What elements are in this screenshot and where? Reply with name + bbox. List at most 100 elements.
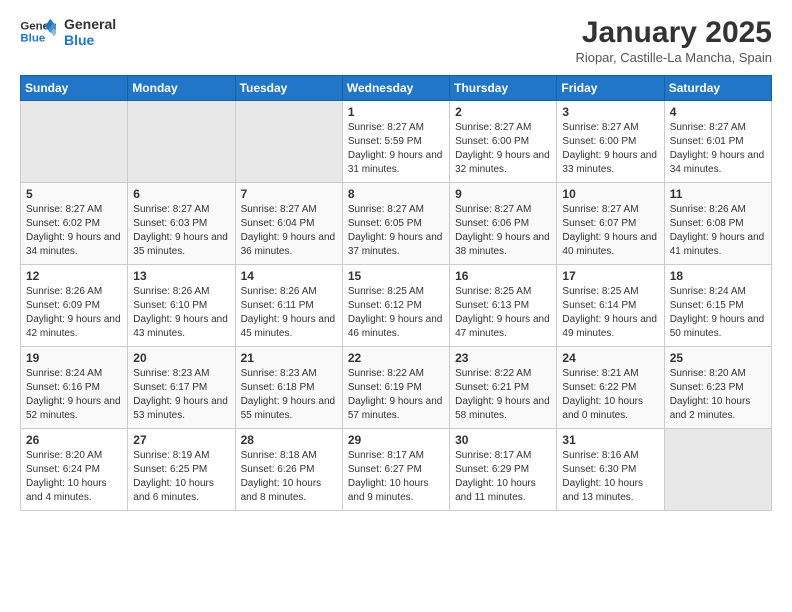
day-number: 4	[670, 105, 766, 119]
day-number: 12	[26, 269, 122, 283]
location: Riopar, Castille-La Mancha, Spain	[575, 50, 772, 65]
header-sunday: Sunday	[21, 76, 128, 101]
calendar-cell: 24 Sunrise: 8:21 AMSunset: 6:22 PMDayligh…	[557, 347, 664, 429]
calendar-cell: 23 Sunrise: 8:22 AMSunset: 6:21 PMDayligh…	[450, 347, 557, 429]
day-number: 23	[455, 351, 551, 365]
logo-icon: General Blue	[20, 17, 56, 47]
day-number: 2	[455, 105, 551, 119]
calendar-cell: 1 Sunrise: 8:27 AMSunset: 5:59 PMDaylight…	[342, 101, 449, 183]
day-number: 21	[241, 351, 337, 365]
day-info: Sunrise: 8:16 AMSunset: 6:30 PMDaylight:…	[562, 449, 658, 505]
day-number: 19	[26, 351, 122, 365]
calendar-cell	[128, 101, 235, 183]
day-number: 17	[562, 269, 658, 283]
day-number: 9	[455, 187, 551, 201]
day-info: Sunrise: 8:27 AMSunset: 6:04 PMDaylight:…	[241, 203, 337, 259]
day-info: Sunrise: 8:23 AMSunset: 6:17 PMDaylight:…	[133, 367, 229, 423]
logo: General Blue General Blue	[20, 16, 116, 48]
calendar-cell	[21, 101, 128, 183]
day-info: Sunrise: 8:27 AMSunset: 6:07 PMDaylight:…	[562, 203, 658, 259]
logo-blue: Blue	[64, 32, 116, 48]
day-info: Sunrise: 8:21 AMSunset: 6:22 PMDaylight:…	[562, 367, 658, 423]
calendar-cell: 17 Sunrise: 8:25 AMSunset: 6:14 PMDayligh…	[557, 265, 664, 347]
header-wednesday: Wednesday	[342, 76, 449, 101]
header-friday: Friday	[557, 76, 664, 101]
day-number: 18	[670, 269, 766, 283]
week-row-3: 12 Sunrise: 8:26 AMSunset: 6:09 PMDayligh…	[21, 265, 772, 347]
day-number: 8	[348, 187, 444, 201]
logo-general: General	[64, 16, 116, 32]
calendar-cell: 21Sunrise: 8:23 AMSunset: 6:18 PMDayligh…	[235, 347, 342, 429]
day-info: Sunrise: 8:25 AMSunset: 6:12 PMDaylight:…	[348, 285, 444, 341]
day-info: Sunrise: 8:27 AMSunset: 6:02 PMDaylight:…	[26, 203, 122, 259]
day-info: Sunrise: 8:19 AMSunset: 6:25 PMDaylight:…	[133, 449, 229, 505]
month-title: January 2025	[575, 16, 772, 50]
day-info: Sunrise: 8:26 AMSunset: 6:10 PMDaylight:…	[133, 285, 229, 341]
day-number: 25	[670, 351, 766, 365]
day-info: Sunrise: 8:24 AMSunset: 6:15 PMDaylight:…	[670, 285, 766, 341]
header: General Blue General Blue January 2025 R…	[20, 16, 772, 65]
day-info: Sunrise: 8:25 AMSunset: 6:14 PMDaylight:…	[562, 285, 658, 341]
day-info: Sunrise: 8:24 AMSunset: 6:16 PMDaylight:…	[26, 367, 122, 423]
day-number: 11	[670, 187, 766, 201]
day-info: Sunrise: 8:17 AMSunset: 6:29 PMDaylight:…	[455, 449, 551, 505]
day-number: 31	[562, 433, 658, 447]
calendar-cell: 6 Sunrise: 8:27 AMSunset: 6:03 PMDaylight…	[128, 183, 235, 265]
day-info: Sunrise: 8:27 AMSunset: 6:06 PMDaylight:…	[455, 203, 551, 259]
day-info: Sunrise: 8:27 AMSunset: 6:05 PMDaylight:…	[348, 203, 444, 259]
day-number: 3	[562, 105, 658, 119]
title-block: January 2025 Riopar, Castille-La Mancha,…	[575, 16, 772, 65]
day-info: Sunrise: 8:22 AMSunset: 6:21 PMDaylight:…	[455, 367, 551, 423]
calendar-cell: 11Sunrise: 8:26 AMSunset: 6:08 PMDayligh…	[664, 183, 771, 265]
calendar-cell: 5Sunrise: 8:27 AMSunset: 6:02 PMDaylight…	[21, 183, 128, 265]
calendar-cell: 25Sunrise: 8:20 AMSunset: 6:23 PMDayligh…	[664, 347, 771, 429]
header-saturday: Saturday	[664, 76, 771, 101]
day-number: 20	[133, 351, 229, 365]
day-number: 6	[133, 187, 229, 201]
day-number: 28	[241, 433, 337, 447]
weekday-header-row: Sunday Monday Tuesday Wednesday Thursday…	[21, 76, 772, 101]
day-info: Sunrise: 8:27 AMSunset: 5:59 PMDaylight:…	[348, 121, 444, 177]
header-monday: Monday	[128, 76, 235, 101]
day-info: Sunrise: 8:26 AMSunset: 6:09 PMDaylight:…	[26, 285, 122, 341]
svg-text:Blue: Blue	[20, 33, 45, 45]
day-number: 16	[455, 269, 551, 283]
calendar-cell: 3 Sunrise: 8:27 AMSunset: 6:00 PMDaylight…	[557, 101, 664, 183]
calendar-cell: 20 Sunrise: 8:23 AMSunset: 6:17 PMDayligh…	[128, 347, 235, 429]
day-info: Sunrise: 8:27 AMSunset: 6:03 PMDaylight:…	[133, 203, 229, 259]
calendar-cell: 9 Sunrise: 8:27 AMSunset: 6:06 PMDaylight…	[450, 183, 557, 265]
calendar-cell: 16 Sunrise: 8:25 AMSunset: 6:13 PMDayligh…	[450, 265, 557, 347]
calendar-cell: 30 Sunrise: 8:17 AMSunset: 6:29 PMDayligh…	[450, 429, 557, 511]
day-info: Sunrise: 8:22 AMSunset: 6:19 PMDaylight:…	[348, 367, 444, 423]
calendar-cell: 29Sunrise: 8:17 AMSunset: 6:27 PMDayligh…	[342, 429, 449, 511]
calendar-cell	[235, 101, 342, 183]
day-number: 15	[348, 269, 444, 283]
day-info: Sunrise: 8:18 AMSunset: 6:26 PMDaylight:…	[241, 449, 337, 505]
calendar-cell: 18 Sunrise: 8:24 AMSunset: 6:15 PMDayligh…	[664, 265, 771, 347]
header-tuesday: Tuesday	[235, 76, 342, 101]
day-number: 10	[562, 187, 658, 201]
header-thursday: Thursday	[450, 76, 557, 101]
calendar-cell: 8 Sunrise: 8:27 AMSunset: 6:05 PMDaylight…	[342, 183, 449, 265]
week-row-5: 26Sunrise: 8:20 AMSunset: 6:24 PMDayligh…	[21, 429, 772, 511]
calendar-cell: 10 Sunrise: 8:27 AMSunset: 6:07 PMDayligh…	[557, 183, 664, 265]
day-number: 26	[26, 433, 122, 447]
calendar-cell: 22 Sunrise: 8:22 AMSunset: 6:19 PMDayligh…	[342, 347, 449, 429]
calendar-cell: 28 Sunrise: 8:18 AMSunset: 6:26 PMDayligh…	[235, 429, 342, 511]
day-info: Sunrise: 8:27 AMSunset: 6:00 PMDaylight:…	[562, 121, 658, 177]
calendar-cell: 31 Sunrise: 8:16 AMSunset: 6:30 PMDayligh…	[557, 429, 664, 511]
day-info: Sunrise: 8:27 AMSunset: 6:01 PMDaylight:…	[670, 121, 766, 177]
day-info: Sunrise: 8:17 AMSunset: 6:27 PMDaylight:…	[348, 449, 444, 505]
day-info: Sunrise: 8:27 AMSunset: 6:00 PMDaylight:…	[455, 121, 551, 177]
day-number: 24	[562, 351, 658, 365]
calendar-cell: 15 Sunrise: 8:25 AMSunset: 6:12 PMDayligh…	[342, 265, 449, 347]
day-number: 1	[348, 105, 444, 119]
day-info: Sunrise: 8:25 AMSunset: 6:13 PMDaylight:…	[455, 285, 551, 341]
week-row-4: 19 Sunrise: 8:24 AMSunset: 6:16 PMDayligh…	[21, 347, 772, 429]
day-number: 22	[348, 351, 444, 365]
calendar-cell: 19 Sunrise: 8:24 AMSunset: 6:16 PMDayligh…	[21, 347, 128, 429]
calendar-cell	[664, 429, 771, 511]
day-number: 13	[133, 269, 229, 283]
calendar-cell: 14Sunrise: 8:26 AMSunset: 6:11 PMDayligh…	[235, 265, 342, 347]
day-number: 30	[455, 433, 551, 447]
